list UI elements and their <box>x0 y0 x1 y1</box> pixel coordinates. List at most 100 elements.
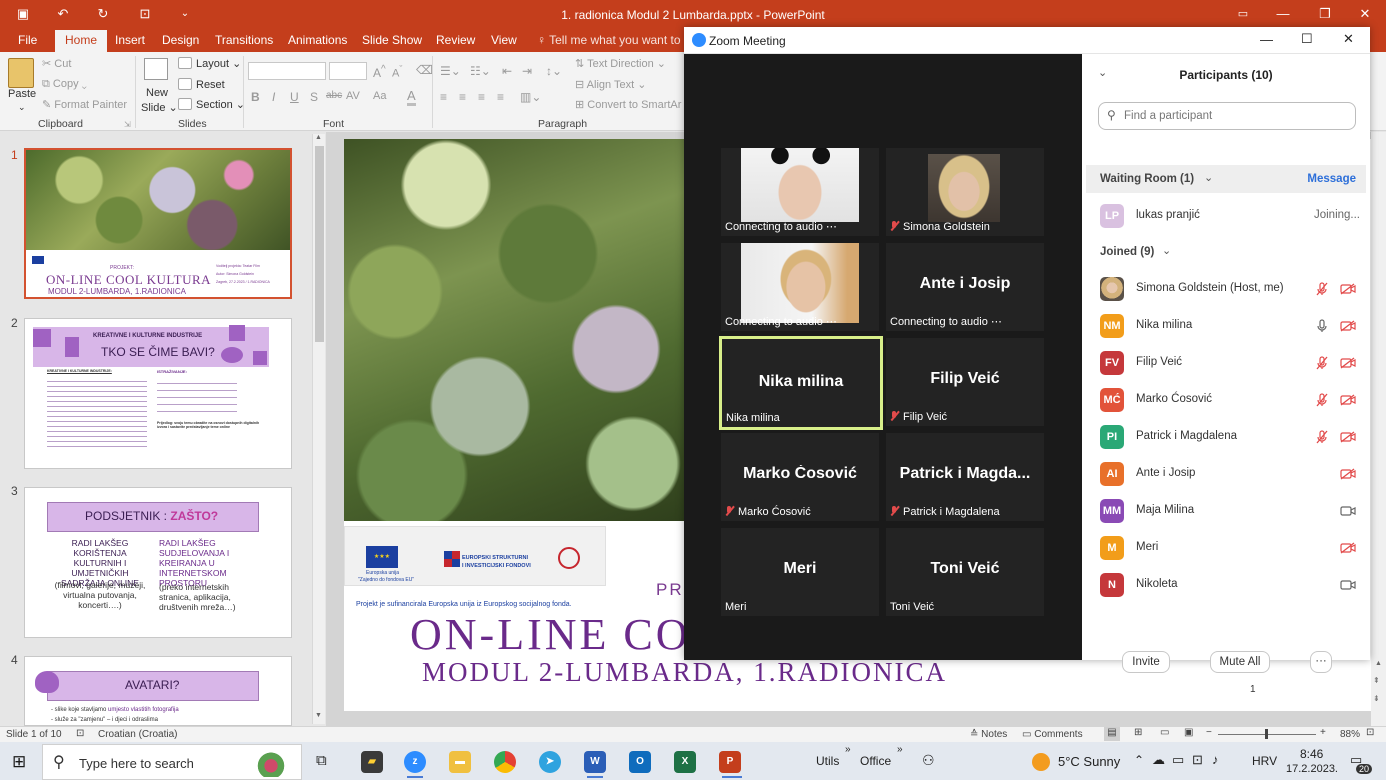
camera-off-icon[interactable] <box>1340 542 1356 554</box>
camera-off-icon[interactable] <box>1340 320 1356 332</box>
smartart-button[interactable]: ⊞ Convert to SmartAr <box>575 98 681 111</box>
camera-on-icon[interactable] <box>1340 505 1356 517</box>
prev-slide-icon[interactable]: ⇞ <box>1373 676 1380 685</box>
video-tile[interactable]: Simona Goldstein <box>886 148 1044 236</box>
scroll-down-icon[interactable]: ▼ <box>315 712 322 719</box>
participant-row[interactable]: MM Maja Milina <box>1082 492 1370 529</box>
comments-button[interactable]: ▭ Comments <box>1022 729 1083 740</box>
invite-button[interactable]: Invite <box>1122 651 1170 673</box>
video-tile[interactable]: Filip Veić Filip Veić <box>886 338 1044 426</box>
file-explorer-icon[interactable]: ▬ <box>449 751 471 773</box>
bullets-icon[interactable]: ☰⌄ <box>440 64 461 78</box>
joined-label[interactable]: Joined (9) <box>1100 246 1154 258</box>
camera-on-icon[interactable] <box>1340 579 1356 591</box>
taskbar-search-box[interactable]: ⚲ Type here to search <box>42 744 302 780</box>
input-language[interactable]: HRV <box>1252 754 1277 768</box>
mic-on-icon[interactable] <box>1316 319 1328 333</box>
windows-start-icon[interactable]: ⊞ <box>12 752 26 772</box>
speaker-icon[interactable]: ♪ <box>1212 752 1219 767</box>
more-options-button[interactable]: ··· <box>1310 651 1332 673</box>
network-icon[interactable]: ⊡ <box>1192 752 1203 768</box>
italic-button[interactable]: I <box>272 90 275 104</box>
message-button[interactable]: Message <box>1307 173 1356 185</box>
language-status[interactable]: Croatian (Croatia) <box>98 729 177 740</box>
copy-button[interactable]: ⧉ Copy ⌄ <box>42 78 87 91</box>
office-toolbar[interactable]: Office <box>860 754 891 768</box>
ribbon-display-icon[interactable]: ▭ <box>1234 5 1252 23</box>
paste-button[interactable]: Paste <box>8 88 36 100</box>
people-icon[interactable]: ⚇ <box>922 752 935 769</box>
reading-view-icon[interactable]: ▭ <box>1160 727 1169 738</box>
change-case-button[interactable]: Aa <box>373 90 386 102</box>
participant-row[interactable]: M Meri <box>1082 529 1370 566</box>
minimize-icon[interactable]: — <box>1274 5 1292 23</box>
video-tile[interactable]: Toni Veić Toni Veić <box>886 528 1044 616</box>
justify-icon[interactable]: ≡ <box>497 90 504 104</box>
paste-dropdown-icon[interactable]: ⌄ <box>18 102 26 113</box>
excel-icon[interactable]: X <box>674 751 696 773</box>
font-size-select[interactable] <box>329 62 367 80</box>
reset-button[interactable]: Reset <box>178 78 225 91</box>
tab-animations[interactable]: Animations <box>288 33 347 47</box>
close-icon[interactable]: ✕ <box>1356 5 1374 23</box>
normal-view-icon[interactable]: ▤ <box>1104 727 1120 741</box>
new-slide-button-2[interactable]: Slide ⌄ <box>141 101 178 114</box>
slideshow-view-icon[interactable]: ▣ <box>1184 727 1193 738</box>
telegram-icon[interactable]: ➤ <box>539 751 561 773</box>
font-family-select[interactable] <box>248 62 326 80</box>
font-color-button[interactable]: A <box>407 88 416 106</box>
decrease-indent-icon[interactable]: ⇤ <box>502 64 512 78</box>
zoom-maximize-icon[interactable]: ☐ <box>1301 31 1313 47</box>
participant-row[interactable]: N Nikoleta <box>1082 566 1370 603</box>
waiting-participant-row[interactable]: LP lukas pranjić Joining... <box>1082 197 1370 234</box>
participant-row[interactable]: AI Ante i Josip <box>1082 455 1370 492</box>
tell-me-box[interactable]: ♀ Tell me what you want to d <box>537 33 691 47</box>
slide-thumbnail-4[interactable]: AVATARI? - slike koje stavljamo umjesto … <box>24 656 292 726</box>
chrome-icon[interactable] <box>494 751 516 773</box>
strikethrough-button[interactable]: abc <box>326 90 342 101</box>
outlook-icon[interactable]: O <box>629 751 651 773</box>
scroll-thumb[interactable] <box>315 146 324 342</box>
character-spacing-button[interactable]: AV <box>346 90 360 102</box>
powerpoint-icon[interactable]: P <box>719 751 741 773</box>
camera-off-icon[interactable] <box>1340 357 1356 369</box>
weather-text[interactable]: 5°C Sunny <box>1058 754 1120 769</box>
tab-slide-show[interactable]: Slide Show <box>362 33 422 47</box>
camera-off-icon[interactable] <box>1340 394 1356 406</box>
section-button[interactable]: Section ⌄ <box>178 98 245 111</box>
new-slide-icon[interactable] <box>144 58 168 80</box>
zoom-slider-thumb[interactable] <box>1265 729 1268 739</box>
thumbnails-scrollbar[interactable]: ▲ ▼ <box>312 134 325 724</box>
shadow-button[interactable]: S <box>310 90 318 104</box>
video-tile-active-speaker[interactable]: Nika milina Nika milina <box>719 336 883 430</box>
scroll-up-icon[interactable]: ▲ <box>1375 660 1382 667</box>
video-tile[interactable]: Connecting to audio ⋯ <box>721 243 879 331</box>
participant-search-input[interactable]: ⚲ Find a participant <box>1098 102 1356 130</box>
align-text-button[interactable]: ⊟ Align Text ⌄ <box>575 78 646 91</box>
grow-font-icon[interactable]: A^ <box>373 64 386 80</box>
notes-button[interactable]: ≙ Notes <box>970 729 1007 740</box>
word-icon[interactable]: W <box>584 751 606 773</box>
mic-muted-icon[interactable] <box>1316 282 1328 296</box>
cut-button[interactable]: ✂ Cut <box>42 57 71 70</box>
video-tile[interactable]: Marko Ćosović Marko Ćosović <box>721 433 879 521</box>
sticky-notes-icon[interactable]: ▰ <box>361 751 383 773</box>
chevron-down-icon[interactable]: ⌄ <box>1162 244 1171 257</box>
spellcheck-icon[interactable]: ⊡ <box>76 728 84 739</box>
tab-file[interactable]: File <box>18 33 37 47</box>
utils-toolbar[interactable]: Utils <box>816 754 839 768</box>
participant-row[interactable]: PI Patrick i Magdalena <box>1082 418 1370 455</box>
mute-all-button[interactable]: Mute All <box>1210 651 1270 673</box>
mic-muted-icon[interactable] <box>1316 393 1328 407</box>
tab-insert[interactable]: Insert <box>115 33 145 47</box>
text-direction-button[interactable]: ⇅ Text Direction ⌄ <box>575 57 666 70</box>
camera-off-icon[interactable] <box>1340 468 1356 480</box>
clear-format-icon[interactable]: ⌫ <box>416 63 433 77</box>
tab-home[interactable]: Home <box>55 30 108 52</box>
waiting-room-header[interactable]: Waiting Room (1) ⌄ Message <box>1086 165 1366 193</box>
zoom-in-icon[interactable]: + <box>1320 727 1326 738</box>
mic-muted-icon[interactable] <box>1316 430 1328 444</box>
camera-off-icon[interactable] <box>1340 283 1356 295</box>
increase-indent-icon[interactable]: ⇥ <box>522 64 532 78</box>
zoom-close-icon[interactable]: ✕ <box>1343 31 1354 47</box>
